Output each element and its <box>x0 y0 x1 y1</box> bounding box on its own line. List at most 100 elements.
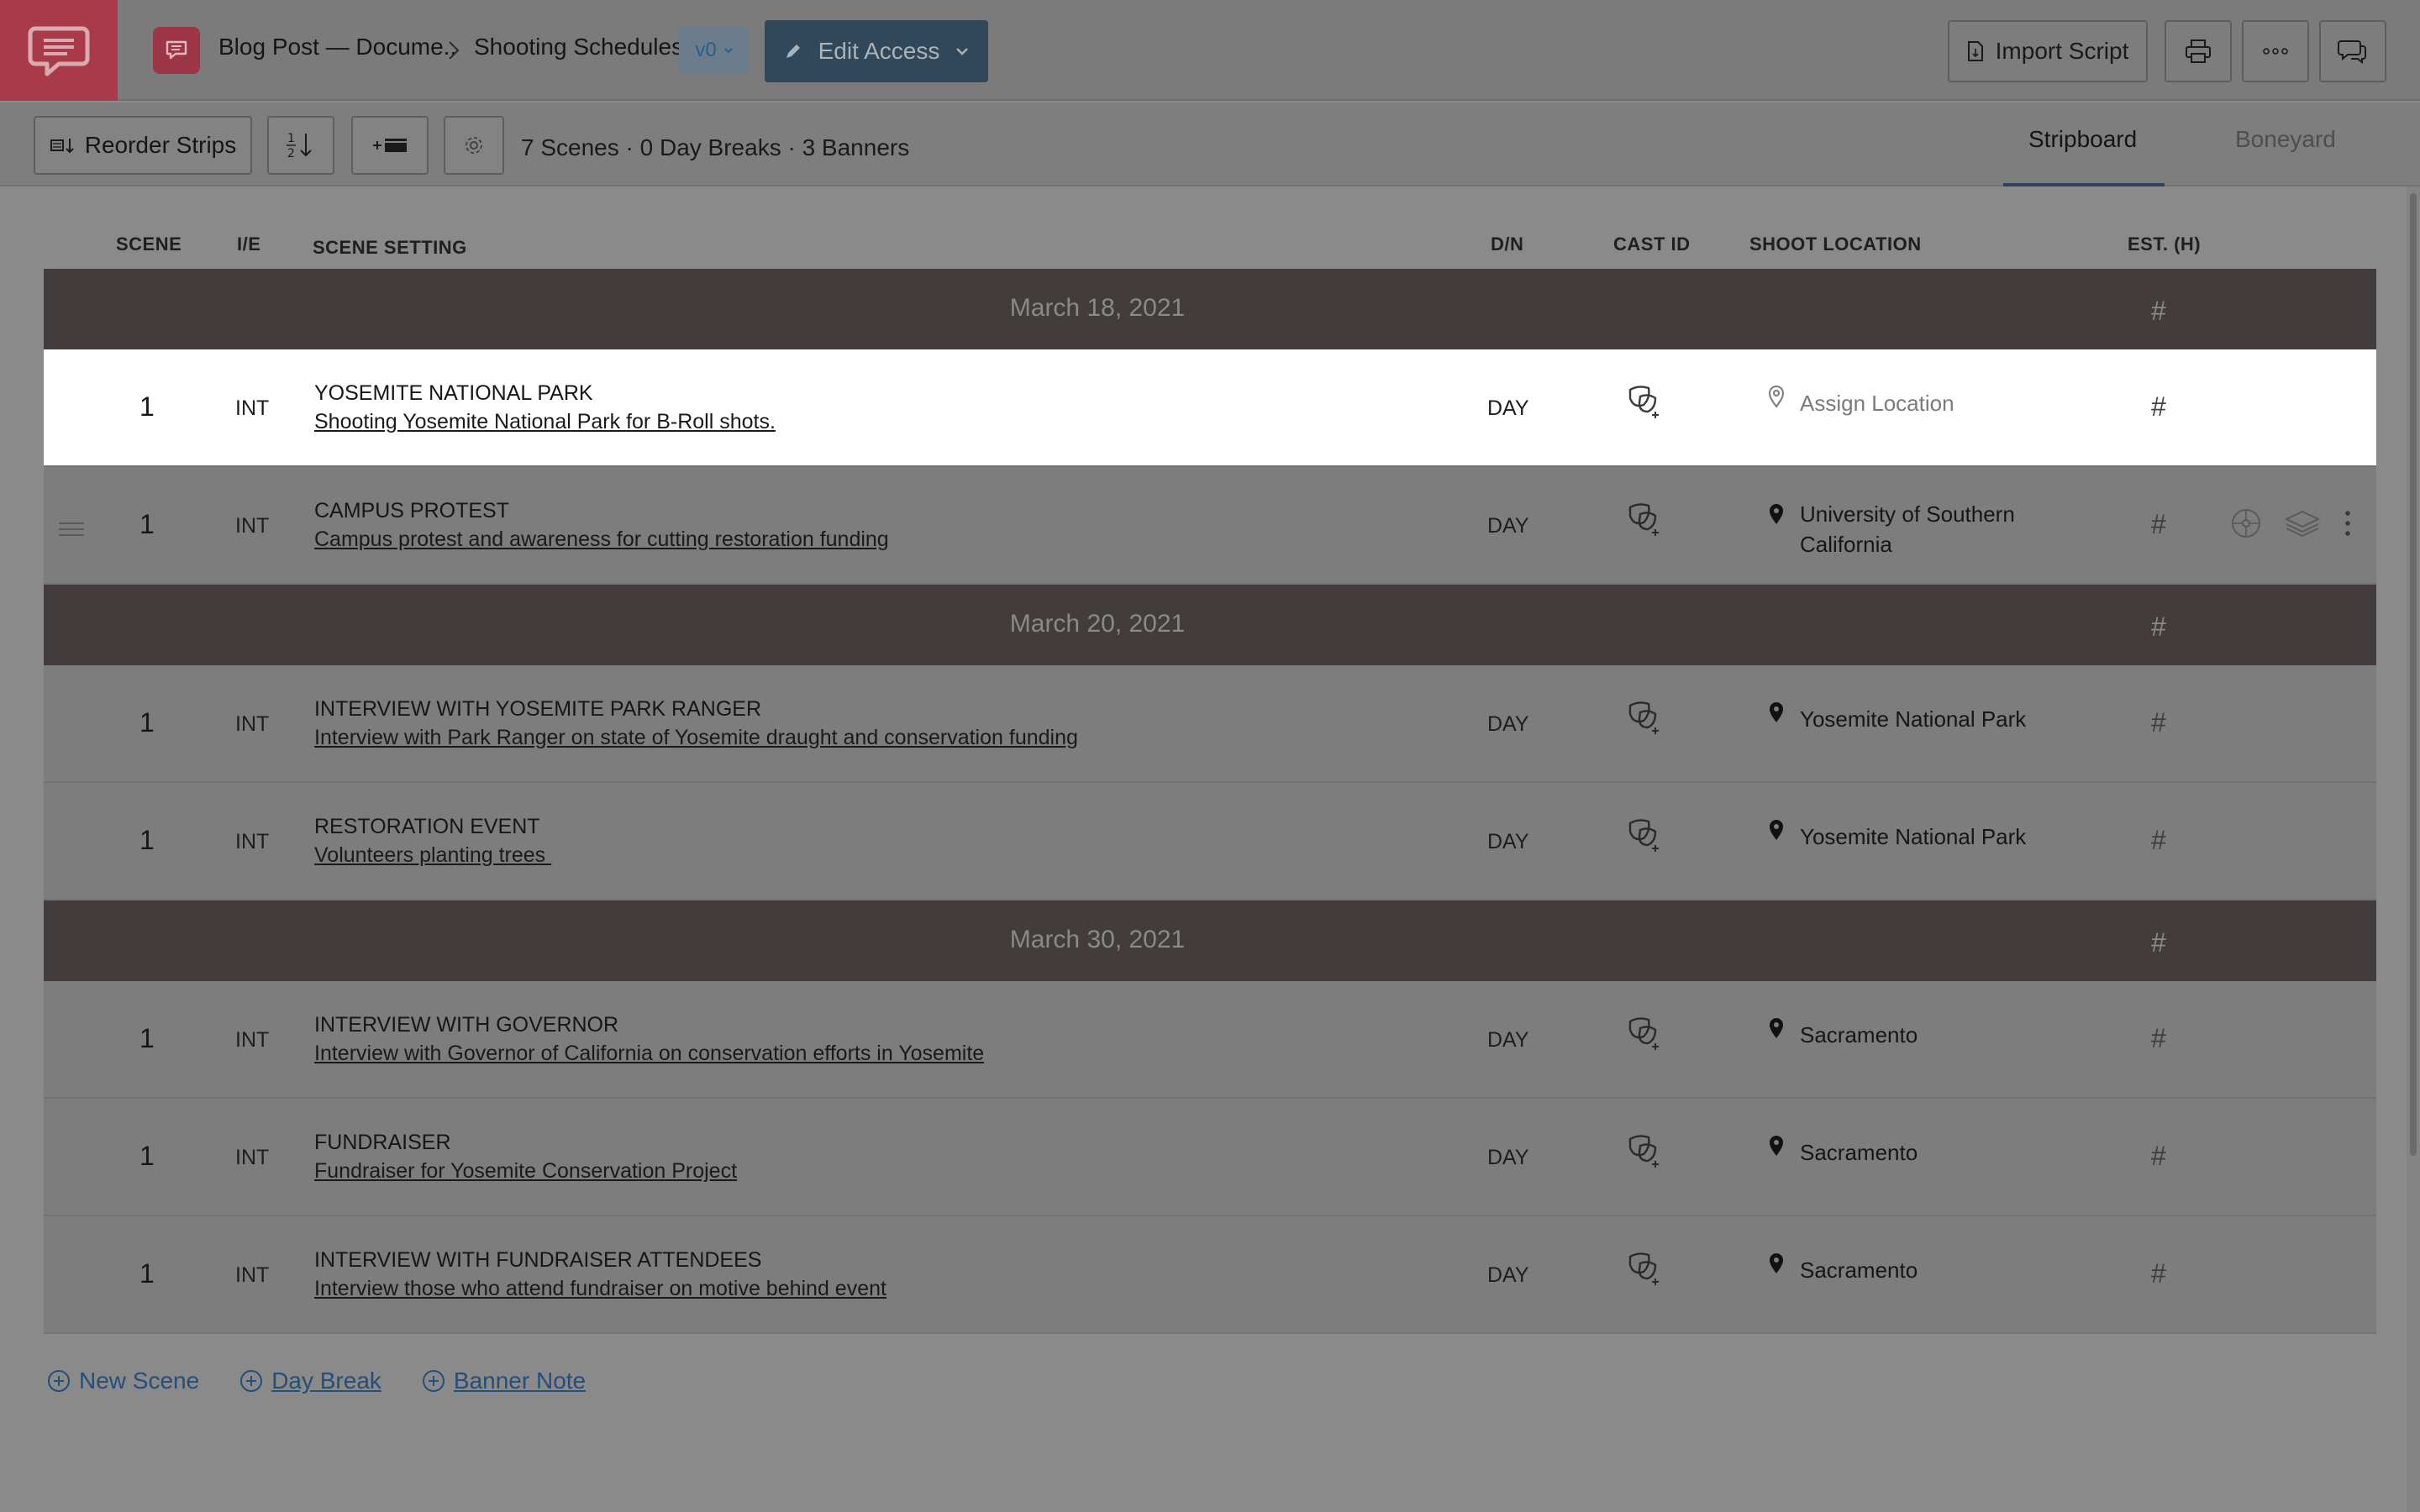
breadcrumb-document[interactable]: Blog Post — Docume.. <box>218 34 456 60</box>
gear-icon <box>466 137 482 154</box>
shoot-location[interactable]: Assign Location <box>1768 381 2045 418</box>
plus-circle-icon <box>422 1370 445 1392</box>
location-label: Yosemite National Park <box>1800 824 2027 849</box>
banner-hours[interactable]: # <box>2151 612 2166 643</box>
more-options-button[interactable] <box>2242 20 2309 82</box>
est-hours[interactable]: # <box>2151 509 2166 540</box>
shoot-location[interactable]: Yosemite National Park <box>1768 697 2045 734</box>
day-banner[interactable]: March 18, 2021 # <box>44 269 2376 349</box>
version-select[interactable]: v0 <box>679 27 750 74</box>
drag-handle-icon[interactable] <box>59 522 84 540</box>
col-ie[interactable]: I/E <box>237 234 260 255</box>
settings-button[interactable] <box>444 116 504 175</box>
app-logo[interactable] <box>0 0 118 101</box>
scene-description[interactable]: Volunteers planting trees <box>314 843 551 868</box>
sort-button[interactable]: 12 <box>267 116 334 175</box>
col-scene[interactable]: SCENE <box>116 234 182 255</box>
banner-hours[interactable]: # <box>2151 296 2166 327</box>
scene-number: 1 <box>139 1258 155 1289</box>
plus-circle-icon <box>240 1370 263 1392</box>
scene-number: 1 <box>139 509 155 539</box>
scene-ie: INT <box>235 1028 270 1052</box>
import-script-button[interactable]: Import Script <box>1948 20 2148 82</box>
col-scene-setting[interactable]: SCENE SETTING <box>313 237 467 259</box>
scene-ie: INT <box>235 396 270 420</box>
scene-description[interactable]: Fundraiser for Yosemite Conservation Pro… <box>314 1159 737 1184</box>
scene-strip[interactable]: 1 INT FUNDRAISER Fundraiser for Yosemite… <box>44 1099 2376 1216</box>
reorder-strips-button[interactable]: Reorder Strips <box>34 116 252 175</box>
svg-text:2: 2 <box>287 147 295 160</box>
shoot-location[interactable]: University of Southern California <box>1768 499 2045 559</box>
day-banner[interactable]: March 30, 2021 # <box>44 900 2376 981</box>
scene-description[interactable]: Shooting Yosemite National Park for B-Ro… <box>314 410 776 434</box>
theater-masks-icon[interactable] <box>1625 381 1669 428</box>
edit-access-button[interactable]: Edit Access <box>765 20 988 82</box>
add-strip-icon <box>373 139 407 152</box>
layers-icon[interactable] <box>2284 509 2321 538</box>
scrollbar-thumb[interactable] <box>2410 193 2417 1156</box>
schedule-summary: 7 Scenes · 0 Day Breaks · 3 Banners <box>521 134 910 160</box>
col-cast-id[interactable]: CAST ID <box>1613 234 1691 255</box>
chat-logo-icon <box>28 26 90 76</box>
scene-strip[interactable]: 1 INT INTERVIEW WITH GOVERNOR Interview … <box>44 981 2376 1099</box>
more-vertical-icon[interactable] <box>2343 508 2353 538</box>
theater-masks-icon[interactable] <box>1625 1013 1669 1060</box>
comments-button[interactable] <box>2319 20 2386 82</box>
scene-strip[interactable]: 1 INT YOSEMITE NATIONAL PARK Shooting Yo… <box>44 349 2376 467</box>
location-pin-icon <box>1770 1018 1783 1038</box>
shoot-location[interactable]: Sacramento <box>1768 1248 2045 1285</box>
day-banner[interactable]: March 20, 2021 # <box>44 585 2376 665</box>
scene-strip[interactable]: 1 INT CAMPUS PROTEST Campus protest and … <box>44 467 2376 585</box>
vertical-scrollbar[interactable] <box>2407 186 2420 1512</box>
scene-strip[interactable]: 1 INT RESTORATION EVENT Volunteers plant… <box>44 783 2376 900</box>
est-hours[interactable]: # <box>2151 825 2166 856</box>
shoot-location[interactable]: Sacramento <box>1768 1013 2045 1050</box>
est-hours[interactable]: # <box>2151 1258 2166 1289</box>
location-label: Sacramento <box>1800 1257 1918 1283</box>
day-break-button[interactable]: Day Break <box>239 1368 381 1394</box>
new-scene-button[interactable]: New Scene <box>47 1368 199 1394</box>
table-header: SCENE I/E SCENE SETTING D/N CAST ID SHOO… <box>44 227 2376 269</box>
est-hours[interactable]: # <box>2151 1141 2166 1172</box>
est-hours[interactable]: # <box>2151 391 2166 423</box>
scene-strip[interactable]: 1 INT INTERVIEW WITH YOSEMITE PARK RANGE… <box>44 665 2376 783</box>
tab-boneyard[interactable]: Boneyard <box>2235 126 2336 153</box>
col-shoot-location[interactable]: SHOOT LOCATION <box>1749 234 1922 255</box>
top-bar: Blog Post — Docume.. Shooting Schedules … <box>0 0 2420 101</box>
scene-daynight: DAY <box>1487 396 1529 420</box>
est-hours[interactable]: # <box>2151 1023 2166 1054</box>
banner-note-button[interactable]: Banner Note <box>422 1368 586 1394</box>
scene-ie: INT <box>235 712 270 736</box>
scene-number: 1 <box>139 825 155 855</box>
scene-description[interactable]: Interview those who attend fundraiser on… <box>314 1277 886 1301</box>
theater-masks-icon[interactable] <box>1625 697 1669 744</box>
col-est-hours[interactable]: EST. (H) <box>2128 234 2201 255</box>
stripboard-toolbar: Reorder Strips 12 7 Scenes · 0 Day Break… <box>0 102 2420 186</box>
shoot-location[interactable]: Yosemite National Park <box>1768 815 2045 852</box>
theater-masks-icon[interactable] <box>1625 499 1669 546</box>
shoot-location[interactable]: Sacramento <box>1768 1131 2045 1168</box>
add-strip-button[interactable] <box>351 116 429 175</box>
import-script-label: Import Script <box>1995 38 2129 64</box>
theater-masks-icon[interactable] <box>1625 1131 1669 1178</box>
file-icon <box>1967 41 1983 61</box>
scene-description[interactable]: Interview with Governor of California on… <box>314 1042 984 1066</box>
col-dn[interactable]: D/N <box>1491 234 1523 255</box>
location-label: Sacramento <box>1800 1022 1918 1047</box>
banner-hours[interactable]: # <box>2151 927 2166 958</box>
banner-date: March 18, 2021 <box>1009 294 1186 322</box>
location-pin-outline-icon <box>1768 386 1785 408</box>
scene-description[interactable]: Campus protest and awareness for cutting… <box>314 528 889 552</box>
breadcrumb-section[interactable]: Shooting Schedules <box>474 34 683 60</box>
day-break-label: Day Break <box>271 1368 381 1394</box>
scene-description[interactable]: Interview with Park Ranger on state of Y… <box>314 726 1078 750</box>
theater-masks-icon[interactable] <box>1625 1248 1669 1295</box>
est-hours[interactable]: # <box>2151 707 2166 738</box>
location-label: Assign Location <box>1800 391 1954 416</box>
scene-strip[interactable]: 1 INT INTERVIEW WITH FUNDRAISER ATTENDEE… <box>44 1216 2376 1334</box>
tab-stripboard[interactable]: Stripboard <box>2028 126 2137 153</box>
film-reel-icon[interactable] <box>2230 507 2262 539</box>
theater-masks-icon[interactable] <box>1625 815 1669 862</box>
print-button[interactable] <box>2165 20 2232 82</box>
location-pin-icon <box>1770 1136 1783 1156</box>
